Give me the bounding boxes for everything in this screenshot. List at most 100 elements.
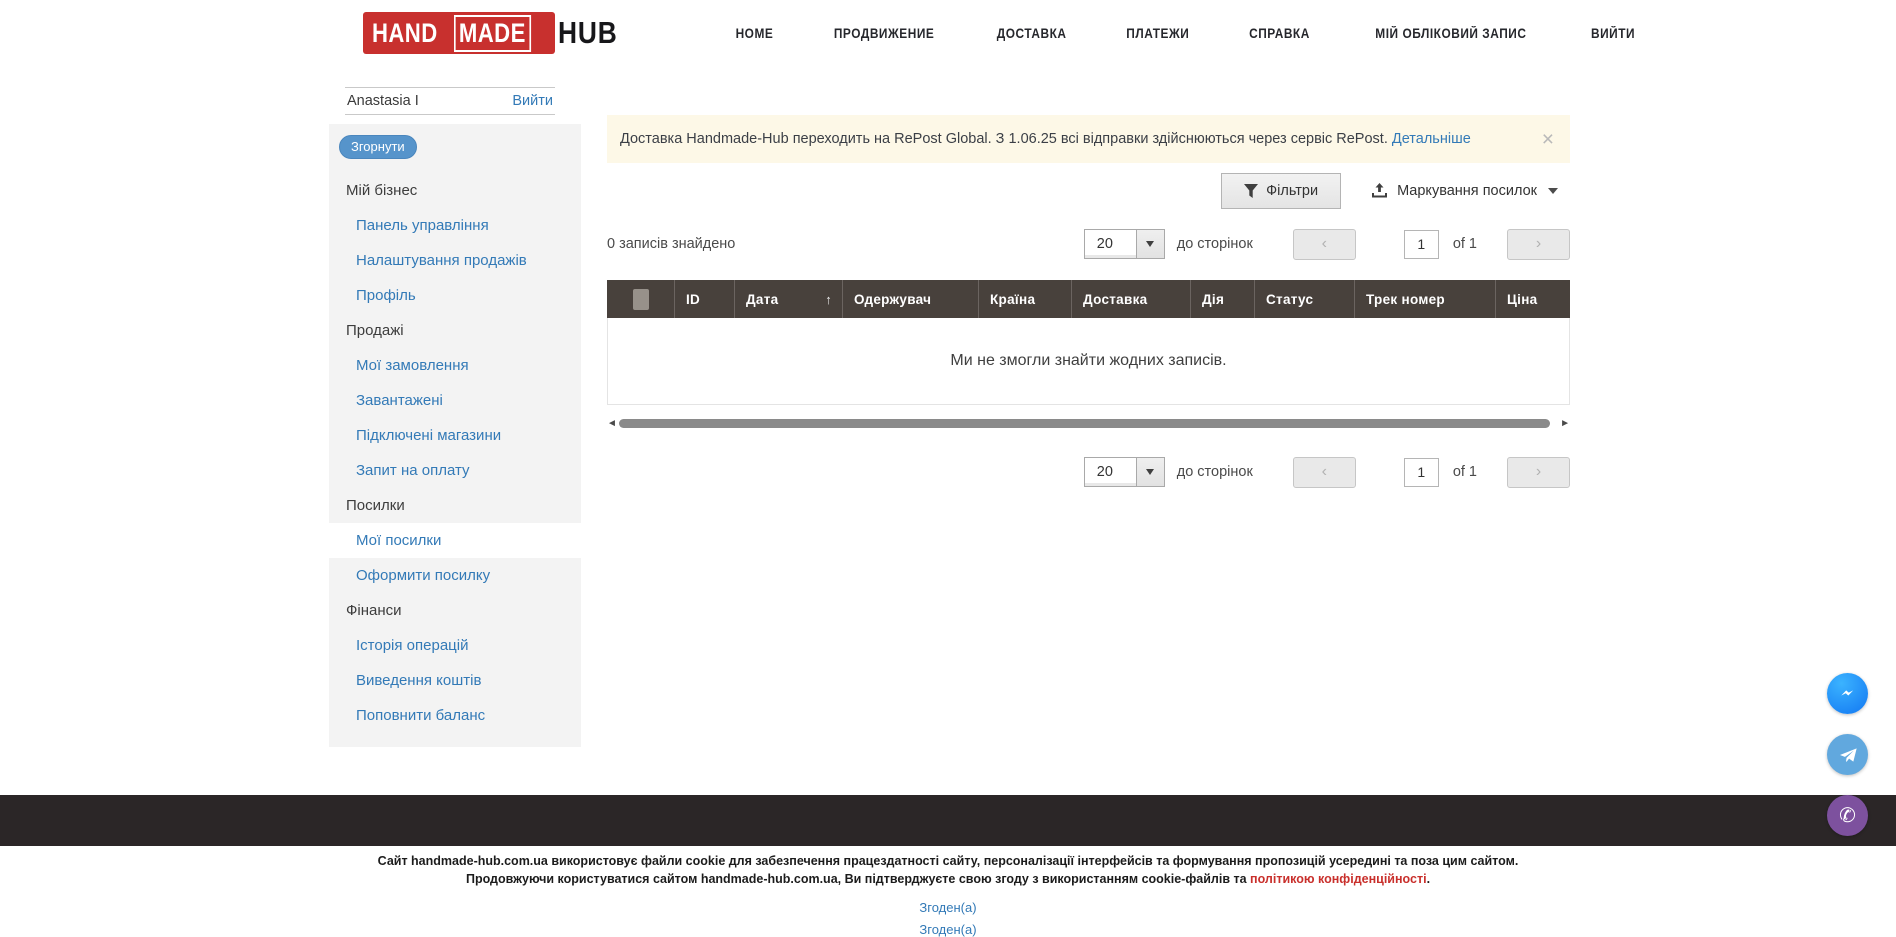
page-size-value: 20 — [1085, 230, 1137, 258]
chevron-down-icon — [1146, 469, 1154, 475]
nav-payments[interactable]: ПЛАТЕЖИ — [1127, 26, 1190, 41]
sidebar-item-create-parcel[interactable]: Оформити посилку — [329, 558, 581, 593]
page-size-caret-button[interactable] — [1137, 230, 1164, 258]
sidebar-section-parcels: Посилки — [329, 488, 581, 523]
filters-label: Фільтри — [1266, 183, 1318, 199]
page-of-label: of 1 — [1453, 236, 1477, 252]
sidebar-menu: Мій бізнес Панель управління Налаштуванн… — [329, 173, 581, 733]
page-number-input[interactable] — [1404, 230, 1439, 259]
username: Anastasia I — [347, 93, 419, 109]
chevron-down-icon — [1146, 241, 1154, 247]
horizontal-scrollbar: ◄ ► — [607, 417, 1570, 431]
page-number-input[interactable] — [1404, 458, 1439, 487]
cookie-line-1: Сайт handmade-hub.com.ua використовує фа… — [0, 852, 1896, 870]
page-size-select-bottom[interactable]: 20 — [1084, 457, 1165, 487]
sidebar-item-transaction-history[interactable]: Історія операцій — [329, 628, 581, 663]
cookie-line-2: Продовжуючи користуватися сайтом handmad… — [0, 870, 1896, 888]
logo-hand: HAND — [372, 18, 438, 49]
toolbar: Фільтри Маркування посилок — [607, 173, 1570, 209]
sort-asc-icon[interactable]: ↑ — [825, 292, 832, 307]
col-id[interactable]: ID — [674, 280, 734, 318]
table-empty-state: Ми не змогли знайти жодних записів. — [607, 318, 1570, 405]
sidebar-item-my-orders[interactable]: Мої замовлення — [329, 348, 581, 383]
col-country[interactable]: Країна — [978, 280, 1071, 318]
chevron-down-icon — [1548, 188, 1558, 194]
main-content: Доставка Handmade-Hub переходить на RePo… — [607, 115, 1570, 491]
logo-red-box: HAND MADE — [363, 12, 555, 54]
page-size-caret-button[interactable] — [1137, 458, 1164, 486]
telegram-icon[interactable] — [1827, 734, 1868, 775]
sidebar-item-payment-request[interactable]: Запит на оплату — [329, 453, 581, 488]
filters-button[interactable]: Фільтри — [1221, 173, 1341, 209]
logo-made: MADE — [459, 18, 526, 48]
pagination-bottom: 20 до сторінок ‹ of 1 › — [1084, 457, 1570, 488]
scroll-right-arrow-icon[interactable]: ► — [1560, 418, 1570, 429]
agree-link-1[interactable]: Згоден(а) — [0, 900, 1896, 915]
records-count: 0 записів знайдено — [607, 236, 735, 252]
col-status[interactable]: Статус — [1254, 280, 1354, 318]
pagination-top: 20 до сторінок ‹ of 1 › — [1084, 229, 1570, 260]
per-page-label: до сторінок — [1177, 464, 1253, 480]
nav-delivery[interactable]: ДОСТАВКА — [997, 26, 1067, 41]
agree-link-2[interactable]: Згоден(а) — [0, 922, 1896, 937]
list-controls-bottom: 20 до сторінок ‹ of 1 › — [607, 453, 1570, 491]
sidebar-item-profile[interactable]: Профіль — [329, 278, 581, 313]
prev-page-button[interactable]: ‹ — [1293, 457, 1356, 488]
social-buttons: ✆ — [1827, 673, 1868, 836]
nav-my-account[interactable]: МІЙ ОБЛІКОВИЙ ЗАПИС — [1375, 26, 1526, 41]
sidebar-section-finance: Фінанси — [329, 593, 581, 628]
banner-text: Доставка Handmade-Hub переходить на RePo… — [620, 131, 1388, 147]
col-track-number[interactable]: Трек номер — [1354, 280, 1495, 318]
collapse-button[interactable]: Згорнути — [339, 135, 417, 159]
sidebar-item-my-parcels[interactable]: Мої посилки — [329, 523, 581, 558]
col-delivery[interactable]: Доставка — [1071, 280, 1190, 318]
page-size-select[interactable]: 20 — [1084, 229, 1165, 259]
list-controls-top: 0 записів знайдено 20 до сторінок ‹ of 1… — [607, 225, 1570, 263]
col-price[interactable]: Ціна — [1495, 280, 1570, 318]
sidebar-item-sales-settings[interactable]: Налаштування продажів — [329, 243, 581, 278]
sidebar-item-connected-stores[interactable]: Підключені магазини — [329, 418, 581, 453]
sidebar-item-withdraw-funds[interactable]: Виведення коштів — [329, 663, 581, 698]
sidebar-item-dashboard[interactable]: Панель управління — [329, 208, 581, 243]
col-action[interactable]: Дія — [1190, 280, 1254, 318]
next-page-button[interactable]: › — [1507, 457, 1570, 488]
user-row: Anastasia I Вийти — [345, 87, 555, 115]
top-header: HAND MADE HUB HOME ПРОДВИЖЕНИЕ ДОСТАВКА П… — [0, 0, 1896, 66]
page-of-label: of 1 — [1453, 464, 1477, 480]
main-nav: HOME ПРОДВИЖЕНИЕ ДОСТАВКА ПЛАТЕЖИ СПРАВК… — [733, 0, 1638, 66]
marking-label: Маркування посилок — [1397, 183, 1537, 199]
sidebar: Згорнути Мій бізнес Панель управління На… — [329, 124, 581, 747]
sidebar-logout-link[interactable]: Вийти — [512, 93, 553, 109]
upload-tray-icon — [1371, 183, 1388, 200]
close-icon[interactable]: × — [1542, 129, 1554, 150]
notification-banner: Доставка Handmade-Hub переходить на RePo… — [607, 115, 1570, 163]
page: HAND MADE HUB HOME ПРОДВИЖЕНИЕ ДОСТАВКА П… — [0, 0, 1896, 937]
nav-home[interactable]: HOME — [736, 26, 774, 41]
filter-funnel-icon — [1244, 184, 1258, 198]
nav-promotion[interactable]: ПРОДВИЖЕНИЕ — [834, 26, 934, 41]
sidebar-section-my-business: Мій бізнес — [329, 173, 581, 208]
logo[interactable]: HAND MADE HUB — [363, 12, 628, 54]
sidebar-section-sales: Продажі — [329, 313, 581, 348]
sidebar-item-top-up-balance[interactable]: Поповнити баланс — [329, 698, 581, 733]
col-recipient[interactable]: Одержувач — [842, 280, 978, 318]
scrollbar-thumb[interactable] — [619, 419, 1550, 428]
col-date[interactable]: Дата↑ — [734, 280, 842, 318]
footer-cookie-notice: Сайт handmade-hub.com.ua використовує фа… — [0, 852, 1896, 937]
viber-icon[interactable]: ✆ — [1827, 795, 1868, 836]
nav-logout[interactable]: ВИЙТИ — [1591, 26, 1635, 41]
messenger-icon[interactable] — [1827, 673, 1868, 714]
logo-hub: HUB — [558, 15, 618, 51]
prev-page-button[interactable]: ‹ — [1293, 229, 1356, 260]
per-page-label: до сторінок — [1177, 236, 1253, 252]
scroll-left-arrow-icon[interactable]: ◄ — [607, 418, 617, 429]
sidebar-item-uploaded[interactable]: Завантажені — [329, 383, 581, 418]
page-size-value: 20 — [1085, 458, 1137, 486]
banner-details-link[interactable]: Детальніше — [1392, 131, 1471, 147]
select-all-checkbox[interactable] — [633, 289, 649, 310]
privacy-policy-link[interactable]: політикою конфіденційності — [1250, 872, 1427, 886]
next-page-button[interactable]: › — [1507, 229, 1570, 260]
table-header: ID Дата↑ Одержувач Країна Доставка Дія С… — [607, 280, 1570, 318]
nav-help[interactable]: СПРАВКА — [1249, 26, 1310, 41]
marking-dropdown[interactable]: Маркування посилок — [1371, 183, 1558, 200]
